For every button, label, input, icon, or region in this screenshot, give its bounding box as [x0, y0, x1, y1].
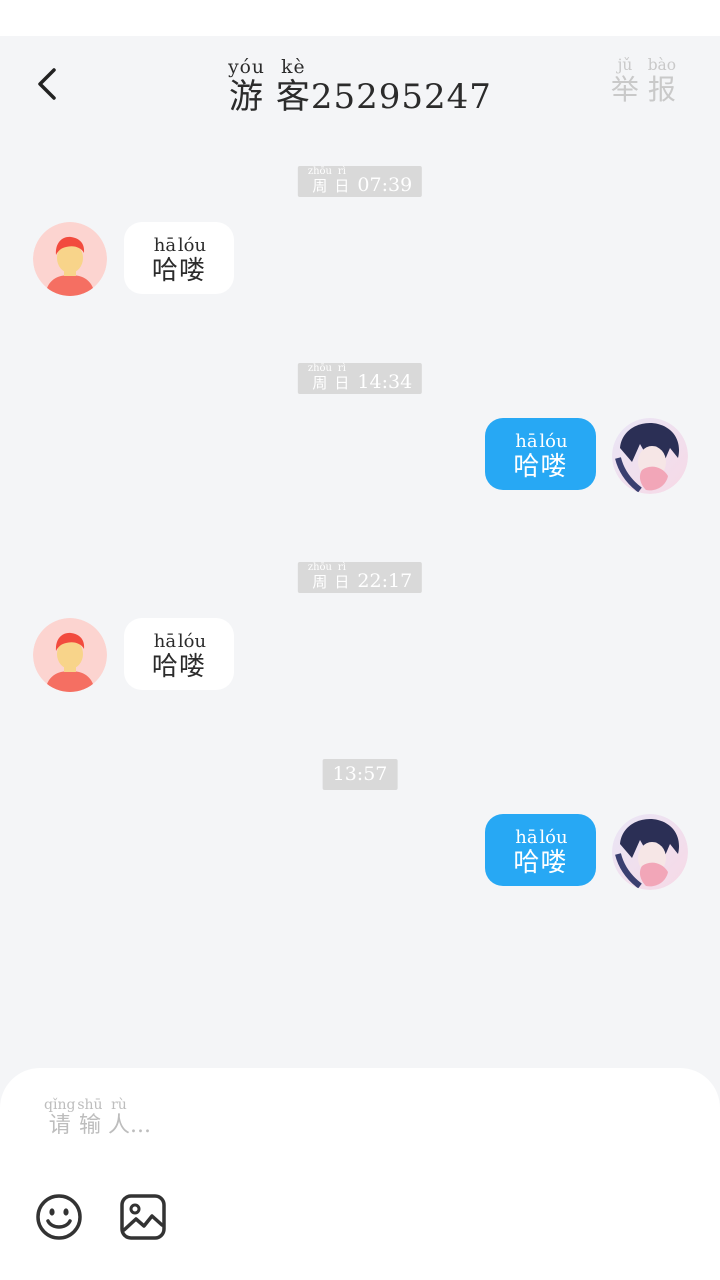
ruby-char: 人rù [107, 1097, 130, 1138]
message-input[interactable]: 请qǐng 输shū 人rù... [44, 1097, 684, 1148]
title-prefix: 游yóu 客kè [228, 57, 311, 117]
timestamp-day: 周zhōu 日rì [307, 363, 350, 392]
image-button[interactable] [118, 1192, 168, 1242]
ruby-char: 哈hā [151, 631, 178, 682]
emoji-button[interactable] [34, 1192, 84, 1242]
avatar-self[interactable] [612, 814, 688, 890]
avatar-self[interactable] [612, 418, 688, 494]
message-bubble-incoming[interactable]: 哈hā 喽lóu [124, 618, 234, 690]
input-placeholder-suffix: ... [129, 1113, 151, 1138]
default-user-avatar-icon [33, 222, 107, 296]
anime-avatar-icon [612, 418, 688, 494]
timestamp-time: 14:34 [357, 371, 413, 393]
timestamp-time: 13:57 [332, 763, 388, 785]
ruby-char: 日rì [334, 562, 350, 591]
ruby-char: 喽lóu [177, 235, 207, 286]
timestamp-chip: 周zhōu 日rì 22:17 [297, 562, 423, 593]
avatar-guest[interactable] [33, 222, 107, 296]
input-placeholder: 请qǐng 输shū 人rù [44, 1097, 130, 1138]
timestamp-chip: 周zhōu 日rì 14:34 [297, 363, 423, 394]
timestamp-day: 周zhōu 日rì [307, 166, 350, 195]
ruby-char: 报bào [647, 56, 676, 106]
timestamp-day: 周zhōu 日rì [307, 562, 350, 591]
timestamp-chip: 13:57 [322, 759, 398, 790]
ruby-char: 举jǔ [610, 56, 639, 106]
emoji-icon [36, 1194, 82, 1240]
ruby-char: 周zhōu [307, 363, 332, 392]
ruby-char: 周zhōu [307, 562, 332, 591]
ruby-char: 喽lóu [177, 631, 207, 682]
image-icon [120, 1194, 166, 1240]
chat-header: 游yóu 客kè25295247 举jǔ 报bào [0, 36, 720, 140]
timestamp-time: 22:17 [357, 570, 413, 592]
avatar-guest[interactable] [33, 618, 107, 692]
timestamp-chip: 周zhōu 日rì 07:39 [297, 166, 423, 197]
ruby-char: 喽lóu [539, 431, 568, 482]
ruby-char: 喽lóu [539, 827, 568, 878]
ruby-char: 哈hā [513, 827, 540, 878]
message-composer: 请qǐng 输shū 人rù... [0, 1068, 720, 1280]
ruby-char: 日rì [334, 363, 350, 392]
status-bar [0, 0, 720, 36]
anime-avatar-icon [612, 814, 688, 890]
message-bubble-outgoing[interactable]: 哈hā 喽lóu [485, 814, 596, 886]
ruby-char: 客kè [275, 57, 311, 117]
ruby-char: 日rì [334, 166, 350, 195]
ruby-char: 哈hā [151, 235, 178, 286]
ruby-char: 哈hā [513, 431, 540, 482]
timestamp-time: 07:39 [357, 174, 413, 196]
message-bubble-outgoing[interactable]: 哈hā 喽lóu [485, 418, 596, 490]
message-bubble-incoming[interactable]: 哈hā 喽lóu [124, 222, 234, 294]
ruby-char: 游yóu [228, 57, 265, 117]
report-button[interactable]: 举jǔ 报bào [610, 56, 676, 108]
ruby-char: 请qǐng [44, 1097, 76, 1138]
default-user-avatar-icon [33, 618, 107, 692]
ruby-char: 输shū [77, 1097, 103, 1138]
title-number: 25295247 [310, 77, 492, 117]
ruby-char: 周zhōu [307, 166, 332, 195]
